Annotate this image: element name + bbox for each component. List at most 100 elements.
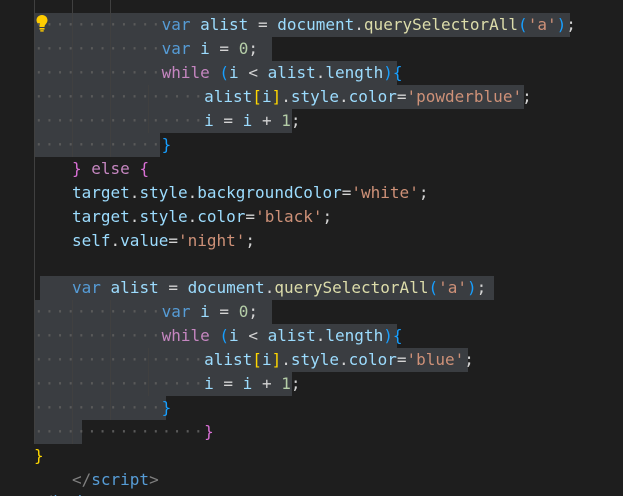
code-line[interactable]: ············while (i < alist.length){ xyxy=(34,61,402,85)
code-token: . xyxy=(129,183,140,202)
code-token: alist xyxy=(267,326,316,345)
code-token: . xyxy=(339,87,349,106)
code-token: = xyxy=(245,207,256,226)
code-token: </ xyxy=(72,470,92,489)
code-line[interactable]: ············} xyxy=(34,396,171,420)
code-token: 'a' xyxy=(438,278,467,297)
whitespace-dots: ············ xyxy=(34,135,162,154)
code-token: var xyxy=(72,278,101,297)
code-token: = xyxy=(248,15,278,34)
code-token: </ xyxy=(34,492,53,496)
code-line[interactable]: ················i = i + 1; xyxy=(34,372,301,396)
code-line[interactable]: ················} xyxy=(34,420,214,444)
code-token: = xyxy=(209,39,239,58)
code-token: [ xyxy=(252,350,262,369)
whitespace-dots: ············ xyxy=(34,398,162,417)
code-line[interactable]: </body> xyxy=(34,490,101,496)
code-token: . xyxy=(315,63,326,82)
code-line[interactable]: ················alist[i].style.color='po… xyxy=(34,85,532,109)
code-token: } xyxy=(161,135,172,154)
code-token: . xyxy=(281,87,291,106)
code-token: = xyxy=(213,111,243,130)
code-token: > xyxy=(92,492,102,496)
code-token: alist xyxy=(200,15,249,34)
code-line[interactable]: var alist = document.querySelectorAll('a… xyxy=(72,276,486,300)
code-token: . xyxy=(264,278,275,297)
code-token: . xyxy=(187,183,198,202)
code-line[interactable]: ············var i = 0; xyxy=(34,300,258,324)
code-editor[interactable]: ············ var alist = document.querySe… xyxy=(0,0,623,496)
code-token: i xyxy=(242,374,253,393)
code-line[interactable]: ············} xyxy=(34,133,171,157)
code-token: backgroundColor xyxy=(197,183,342,202)
code-line[interactable]: ················alist[i].style.color='bl… xyxy=(34,348,474,372)
code-line[interactable]: ············while (i < alist.length){ xyxy=(34,324,402,348)
whitespace-dots: ················ xyxy=(34,350,205,369)
code-token: document xyxy=(187,278,265,297)
code-token: color xyxy=(348,87,397,106)
code-token: ; xyxy=(248,302,258,321)
code-token: self xyxy=(72,231,111,250)
code-token: } xyxy=(161,398,172,417)
code-token: ; xyxy=(464,350,474,369)
code-token: ) xyxy=(383,326,393,345)
code-line[interactable]: target.style.color='black'; xyxy=(72,205,332,229)
code-token: ; xyxy=(290,111,301,130)
code-token: ] xyxy=(271,350,282,369)
code-token: length xyxy=(325,63,384,82)
code-token: = xyxy=(158,278,188,297)
code-token: 'a' xyxy=(527,15,557,34)
code-token: ( xyxy=(219,63,230,82)
code-token: target xyxy=(72,207,130,226)
code-token: ) xyxy=(467,278,477,297)
code-line[interactable]: } else { xyxy=(72,157,149,181)
code-token: . xyxy=(339,350,349,369)
code-token: alist xyxy=(267,63,316,82)
code-line[interactable]: </script> xyxy=(72,468,159,492)
code-token: style xyxy=(139,183,188,202)
code-line[interactable]: target.style.backgroundColor='white'; xyxy=(72,181,428,205)
code-token: ; xyxy=(245,231,256,250)
code-token: . xyxy=(281,350,291,369)
code-line[interactable]: self.value='night'; xyxy=(72,229,255,253)
code-token: ) xyxy=(556,15,567,34)
code-line[interactable]: ············var i = 0; xyxy=(34,37,258,61)
code-token: . xyxy=(110,231,121,250)
code-token: ( xyxy=(219,326,230,345)
whitespace-dots: ············ xyxy=(34,302,162,321)
code-token: color xyxy=(348,350,397,369)
code-token: color xyxy=(197,207,246,226)
code-line[interactable]: ················i = i + 1; xyxy=(34,109,301,133)
code-token: < xyxy=(238,326,268,345)
code-token: i xyxy=(242,111,253,130)
code-token: 'powderblue' xyxy=(406,87,523,106)
whitespace-dots: ············ xyxy=(34,63,162,82)
code-token: ( xyxy=(518,15,528,34)
code-line[interactable]: ············var alist = document.querySe… xyxy=(34,13,576,37)
code-token: document xyxy=(277,15,355,34)
code-token: ; xyxy=(476,278,487,297)
code-token: 1 xyxy=(281,374,291,393)
code-token: ; xyxy=(290,374,301,393)
code-token: } xyxy=(72,159,82,178)
code-line[interactable]: } xyxy=(34,444,44,468)
code-token: ; xyxy=(522,87,532,106)
whitespace-dots: ················ xyxy=(34,87,205,106)
whitespace-dots: ············ xyxy=(34,15,162,34)
code-token: = xyxy=(213,374,243,393)
code-token: ( xyxy=(428,278,439,297)
whitespace-dots: ················ xyxy=(34,111,205,130)
code-token: [ xyxy=(252,87,262,106)
code-token: ; xyxy=(566,15,576,34)
whitespace-dots: ············ xyxy=(34,326,162,345)
code-token: . xyxy=(129,207,140,226)
code-token: 'blue' xyxy=(406,350,465,369)
code-token: 1 xyxy=(281,111,291,130)
code-token: i xyxy=(200,39,210,58)
